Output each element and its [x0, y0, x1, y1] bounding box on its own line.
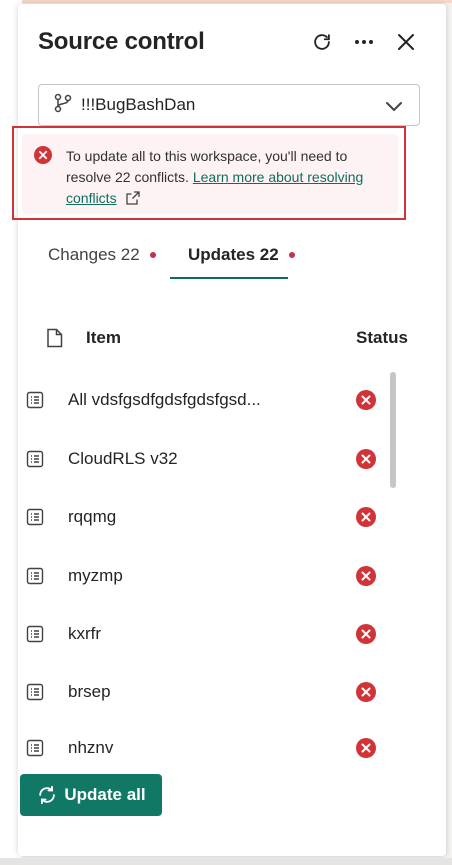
tab-updates-dot — [288, 252, 295, 258]
table-row[interactable]: nhznv — [18, 728, 398, 768]
report-icon — [26, 625, 44, 643]
column-header-item[interactable]: Item — [86, 328, 121, 348]
panel-title: Source control — [38, 28, 205, 55]
conflict-alert: To update all to this workspace, you'll … — [22, 134, 398, 214]
branch-name: !!!BugBashDan — [81, 95, 196, 114]
report-icon — [26, 739, 44, 757]
app-stage: Source control !!!BugBashDan To update a… — [0, 0, 452, 865]
sync-icon — [39, 785, 56, 805]
table-row[interactable]: brsep — [18, 672, 398, 712]
active-tab-underline — [170, 277, 288, 279]
item-name: myzmp — [68, 566, 123, 585]
table-row[interactable]: All vdsfgsdfgdsfgdsfgsd... — [18, 380, 398, 420]
external-link-icon[interactable] — [126, 190, 141, 211]
tab-changes[interactable]: Changes 22 — [48, 242, 156, 268]
report-icon — [26, 391, 44, 409]
top-accent-line — [0, 0, 452, 3]
item-name: kxrfr — [68, 624, 102, 643]
table-row[interactable]: kxrfr — [18, 614, 398, 654]
refresh-icon[interactable] — [310, 30, 334, 54]
report-icon — [26, 683, 44, 701]
conflict-status-icon — [356, 507, 376, 532]
conflict-status-icon — [356, 624, 376, 649]
report-icon — [26, 567, 44, 585]
column-header-status[interactable]: Status — [356, 328, 408, 348]
more-icon[interactable] — [352, 30, 376, 54]
conflict-status-icon — [356, 390, 376, 415]
update-all-label: Update all — [64, 785, 146, 804]
document-icon — [46, 328, 64, 353]
close-icon[interactable] — [394, 30, 418, 54]
list-scrollbar[interactable] — [390, 372, 396, 488]
chevron-down-icon — [385, 97, 403, 117]
conflict-status-icon — [356, 566, 376, 591]
report-icon — [26, 508, 44, 526]
table-row[interactable]: rqqmg — [18, 497, 398, 537]
table-row[interactable]: CloudRLS v32 — [18, 439, 398, 479]
conflict-status-icon — [356, 449, 376, 474]
item-name: brsep — [68, 682, 111, 701]
tab-updates-label: Updates 22 — [188, 245, 279, 264]
update-all-button[interactable]: Update all — [20, 774, 162, 816]
tab-changes-label: Changes 22 — [48, 245, 140, 264]
error-icon — [34, 146, 52, 169]
item-name: All vdsfgsdfgdsfgdsfgsd... — [68, 390, 261, 409]
item-name: nhznv — [68, 738, 114, 757]
item-name: CloudRLS v32 — [68, 449, 178, 468]
tab-updates[interactable]: Updates 22 — [188, 242, 295, 268]
report-icon — [26, 450, 44, 468]
conflict-status-icon — [356, 738, 376, 763]
table-row[interactable]: myzmp — [18, 556, 398, 596]
item-name: rqqmg — [68, 507, 117, 526]
conflict-status-icon — [356, 682, 376, 707]
branch-icon — [53, 93, 73, 118]
branch-selector[interactable]: !!!BugBashDan — [38, 84, 420, 126]
bottom-edge — [0, 858, 452, 865]
alert-message-block: To update all to this workspace, you'll … — [66, 146, 386, 211]
tab-changes-dot — [149, 252, 156, 258]
